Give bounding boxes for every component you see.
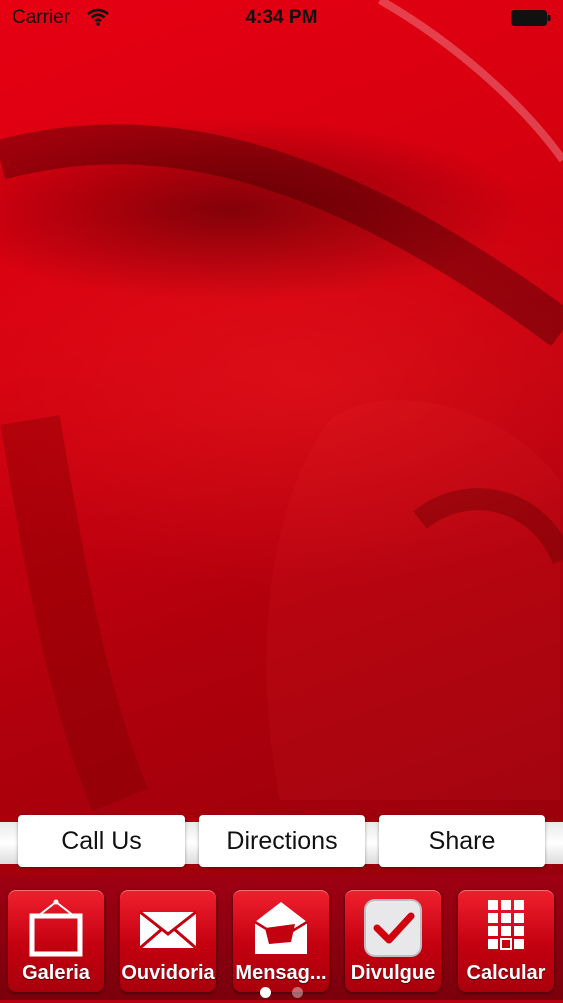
tab-divulgue[interactable]: Divulgue: [345, 890, 441, 992]
share-button[interactable]: Share: [379, 815, 545, 867]
envelope-icon: [139, 910, 197, 950]
tab-ouvidoria[interactable]: Ouvidoria: [120, 890, 216, 992]
battery-icon: [511, 10, 551, 26]
call-us-button[interactable]: Call Us: [18, 815, 185, 867]
tab-calcular[interactable]: Calcular: [458, 890, 554, 992]
clock-time: 4:34 PM: [245, 7, 318, 28]
tab-mensagens[interactable]: Mensag...: [233, 890, 329, 992]
tab-label: Ouvidoria: [121, 962, 215, 984]
status-bar: Carrier 4:34 PM: [0, 0, 563, 36]
checkmark-icon: [364, 899, 422, 957]
tab-label: Galeria: [22, 962, 90, 984]
tab-label: Mensag...: [235, 962, 327, 984]
open-envelope-icon: [254, 902, 308, 954]
tab-label: Calcular: [466, 962, 546, 984]
page-indicator[interactable]: [0, 985, 563, 998]
tab-galeria[interactable]: Galeria: [8, 890, 104, 992]
calculator-icon: [488, 900, 524, 950]
tab-label: Divulgue: [350, 962, 436, 984]
page-dot-2[interactable]: [291, 987, 303, 998]
page-dot-1[interactable]: [260, 987, 272, 998]
picture-frame-icon: [29, 899, 83, 957]
directions-button[interactable]: Directions: [199, 815, 365, 867]
